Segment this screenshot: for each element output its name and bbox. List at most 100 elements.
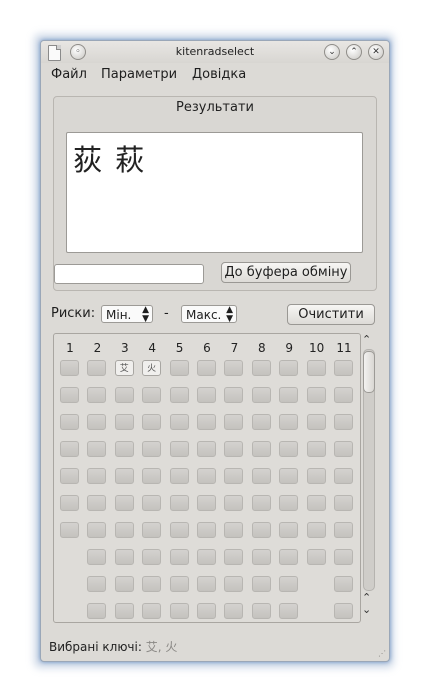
radical-key[interactable] — [334, 360, 353, 376]
radical-key[interactable] — [169, 576, 189, 592]
radical-key[interactable] — [279, 495, 299, 511]
radical-key[interactable] — [224, 576, 244, 592]
radical-key[interactable] — [306, 414, 326, 430]
radical-key[interactable] — [334, 495, 353, 511]
radical-key[interactable] — [279, 576, 299, 592]
clear-button[interactable]: Очистити — [287, 304, 375, 325]
radical-key[interactable] — [251, 360, 271, 376]
radical-key[interactable] — [251, 549, 271, 565]
radical-key[interactable] — [279, 360, 299, 376]
radical-key[interactable] — [142, 603, 162, 619]
radical-key[interactable] — [224, 387, 244, 403]
radical-key[interactable] — [87, 414, 107, 430]
radical-scrollbar[interactable]: ⌃ ⌃ ⌄ — [360, 333, 376, 623]
radical-key[interactable] — [197, 441, 216, 457]
radical-key[interactable] — [279, 549, 299, 565]
radical-key[interactable] — [224, 549, 244, 565]
radical-key[interactable] — [334, 468, 353, 484]
menu-file[interactable]: Файл — [51, 67, 87, 82]
scroll-thumb[interactable] — [363, 351, 375, 393]
min-strokes-spinbox[interactable]: Мін. ▲ ▼ — [101, 305, 153, 324]
menu-settings[interactable]: Параметри — [101, 67, 177, 82]
radical-key[interactable] — [306, 441, 326, 457]
radical-key[interactable] — [60, 495, 79, 511]
title-bar[interactable]: ◦ kitenradselect ⌄ ⌃ ✕ — [41, 41, 389, 63]
radical-key[interactable] — [279, 468, 299, 484]
radical-key[interactable] — [334, 576, 353, 592]
max-strokes-spinbox[interactable]: Макс. ▲ ▼ — [181, 305, 237, 324]
radical-key[interactable] — [142, 441, 162, 457]
radical-key[interactable] — [251, 387, 271, 403]
radical-key[interactable] — [251, 414, 271, 430]
radical-key[interactable] — [334, 387, 353, 403]
radical-key[interactable] — [87, 522, 107, 538]
radical-key[interactable] — [114, 603, 134, 619]
radical-key[interactable] — [169, 495, 189, 511]
resize-grip-icon[interactable]: ⋰ — [378, 649, 386, 658]
radical-key[interactable] — [142, 414, 162, 430]
radical-key[interactable] — [87, 603, 107, 619]
spin-arrows-icon[interactable]: ▲ ▼ — [226, 306, 233, 324]
radical-key[interactable] — [142, 522, 162, 538]
radical-key[interactable] — [197, 360, 216, 376]
radical-key[interactable] — [142, 468, 162, 484]
copy-to-clipboard-button[interactable]: До буфера обміну — [221, 262, 351, 283]
radical-key[interactable] — [224, 468, 244, 484]
radical-key[interactable] — [114, 495, 134, 511]
radical-key[interactable] — [251, 468, 271, 484]
radical-key[interactable] — [334, 522, 353, 538]
radical-key[interactable] — [306, 360, 326, 376]
radical-key[interactable] — [169, 441, 189, 457]
radical-key[interactable] — [197, 522, 216, 538]
radical-key[interactable] — [224, 603, 244, 619]
spin-arrows-icon[interactable]: ▲ ▼ — [142, 306, 149, 324]
results-area[interactable]: 荻 萩 — [66, 132, 363, 253]
radical-key[interactable] — [114, 549, 134, 565]
radical-key[interactable] — [251, 495, 271, 511]
scroll-down-icon[interactable]: ⌄ — [362, 603, 371, 616]
radical-key[interactable] — [251, 603, 271, 619]
radical-key[interactable] — [87, 441, 107, 457]
menu-help[interactable]: Довідка — [192, 67, 246, 82]
radical-key[interactable] — [197, 495, 216, 511]
radical-key[interactable] — [114, 576, 134, 592]
radical-key[interactable] — [306, 387, 326, 403]
radical-key[interactable] — [60, 468, 79, 484]
scroll-up-icon[interactable]: ⌃ — [362, 333, 371, 346]
radical-key[interactable] — [60, 522, 79, 538]
radical-key[interactable] — [87, 468, 107, 484]
radical-key[interactable] — [279, 414, 299, 430]
radical-key[interactable] — [334, 549, 353, 565]
radical-key[interactable] — [169, 468, 189, 484]
radical-key[interactable] — [224, 360, 244, 376]
radical-key[interactable] — [279, 522, 299, 538]
radical-key[interactable] — [169, 522, 189, 538]
radical-key[interactable] — [142, 387, 162, 403]
radical-key[interactable] — [60, 441, 79, 457]
radical-key[interactable] — [224, 495, 244, 511]
radical-key[interactable] — [334, 441, 353, 457]
radical-key[interactable] — [306, 468, 326, 484]
radical-key[interactable] — [334, 414, 353, 430]
radical-key[interactable] — [60, 387, 79, 403]
radical-key[interactable] — [279, 441, 299, 457]
radical-key[interactable] — [114, 441, 134, 457]
radical-key[interactable] — [169, 549, 189, 565]
radical-key[interactable] — [224, 441, 244, 457]
radical-key[interactable] — [197, 603, 216, 619]
radical-key[interactable] — [87, 576, 107, 592]
radical-key-selected[interactable]: 艾 — [114, 360, 134, 376]
radical-key[interactable] — [251, 441, 271, 457]
radical-key[interactable] — [87, 387, 107, 403]
radical-key[interactable] — [197, 468, 216, 484]
radical-key[interactable] — [60, 360, 79, 376]
radical-key[interactable] — [169, 603, 189, 619]
radical-key[interactable] — [169, 387, 189, 403]
radical-key[interactable] — [114, 468, 134, 484]
radical-key[interactable] — [114, 522, 134, 538]
maximize-button[interactable]: ⌃ — [346, 44, 362, 60]
radical-key[interactable] — [306, 549, 326, 565]
radical-key[interactable] — [169, 414, 189, 430]
radical-key[interactable] — [224, 522, 244, 538]
radical-key[interactable] — [169, 360, 189, 376]
